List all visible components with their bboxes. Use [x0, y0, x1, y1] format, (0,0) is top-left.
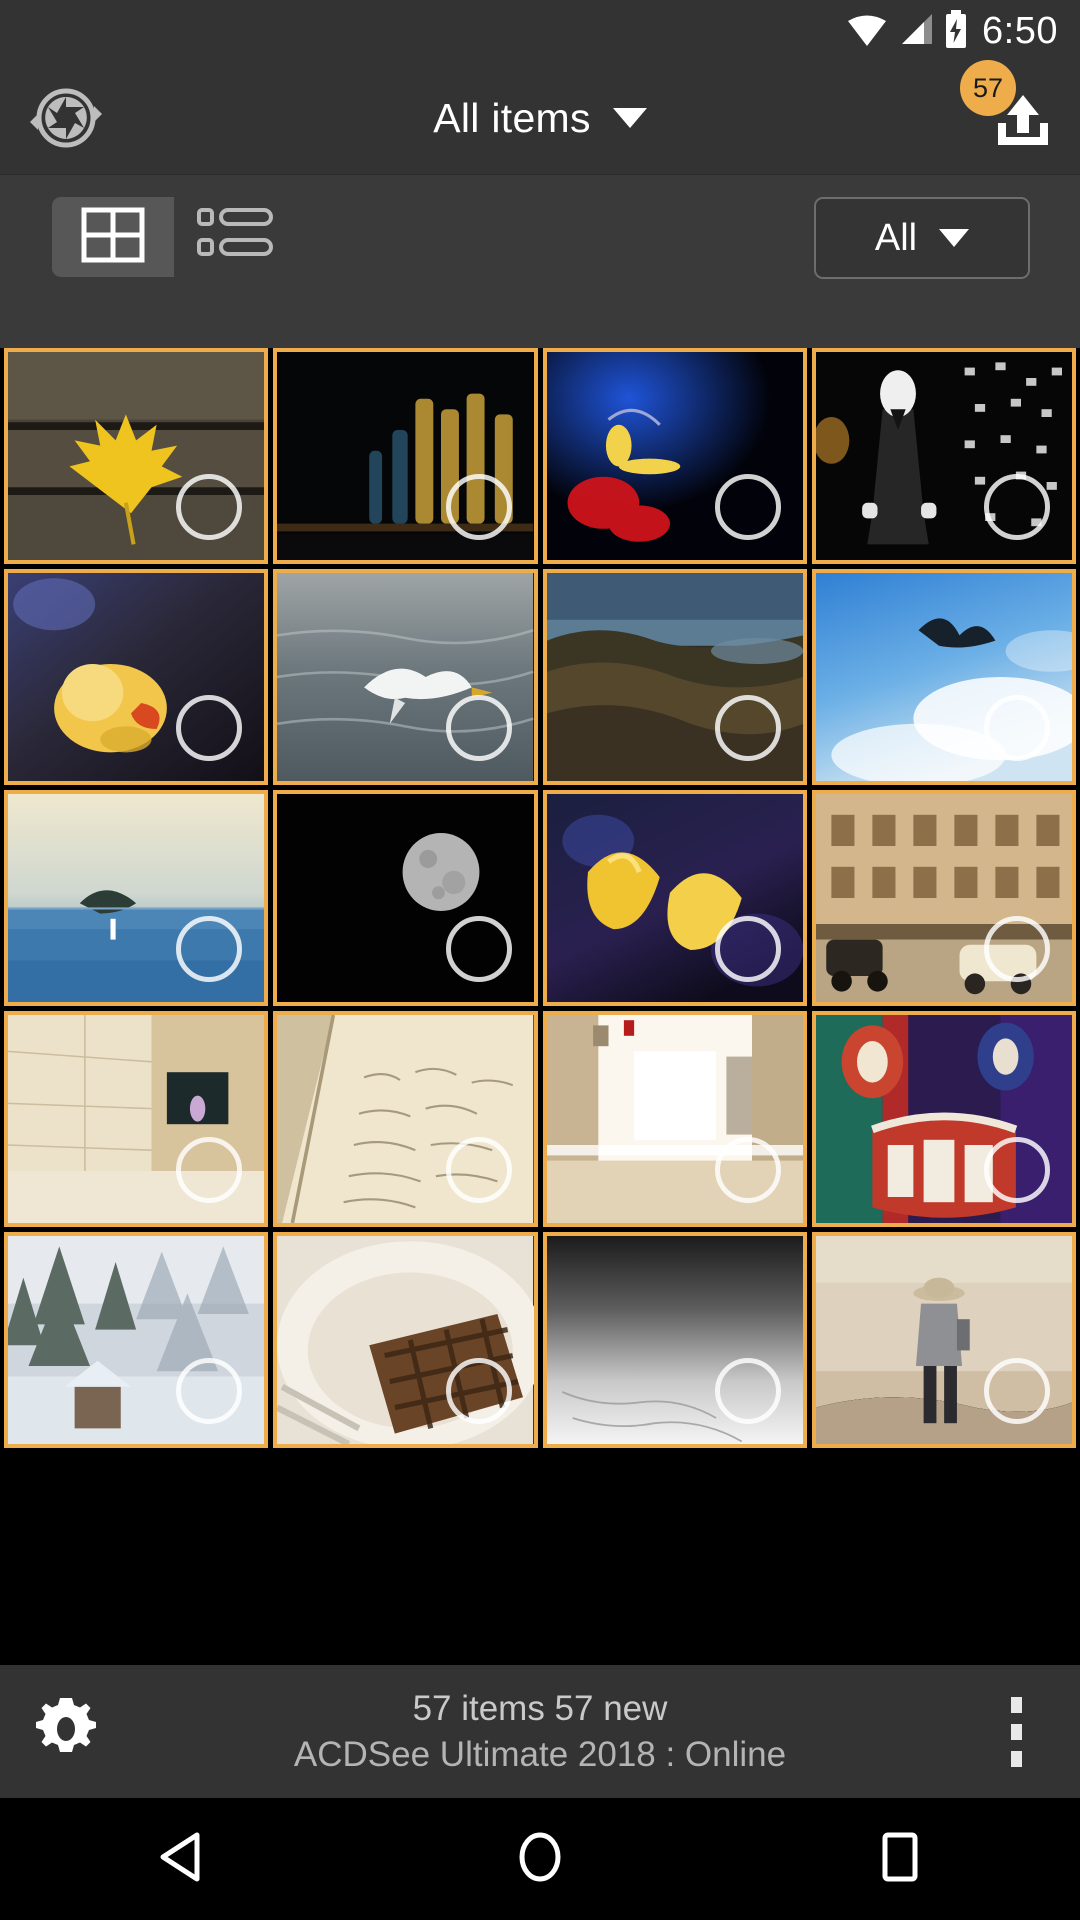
selection-circle-icon[interactable]: [714, 1137, 781, 1203]
selection-circle-icon[interactable]: [176, 695, 243, 761]
bottom-status-bar: 57 items 57 new ACDSee Ultimate 2018 : O…: [0, 1665, 1080, 1798]
grid-item[interactable]: [273, 790, 538, 1006]
grid-item[interactable]: [4, 790, 269, 1006]
grid-item[interactable]: [542, 790, 807, 1006]
selection-circle-icon[interactable]: [714, 695, 781, 761]
item-count-status: 57 items 57 new: [412, 1688, 668, 1728]
grid-item[interactable]: [4, 348, 269, 564]
chevron-down-icon: [612, 108, 647, 128]
grid-item[interactable]: [811, 1232, 1076, 1448]
back-triangle-icon: [157, 1831, 203, 1888]
grid-item[interactable]: [542, 569, 807, 785]
filter-label: All: [874, 216, 918, 259]
account-status: ACDSee Ultimate 2018 : Online: [293, 1734, 787, 1774]
grid-item[interactable]: [811, 1011, 1076, 1227]
selection-circle-icon[interactable]: [714, 474, 781, 540]
selection-circle-icon[interactable]: [176, 1358, 243, 1424]
sub-toolbar: All: [0, 174, 1080, 348]
grid-item[interactable]: [542, 348, 807, 564]
grid-item[interactable]: [811, 790, 1076, 1006]
list-view-icon: [197, 206, 273, 269]
kebab-menu-icon: [1010, 1696, 1022, 1713]
upload-button[interactable]: 57: [960, 60, 1060, 164]
grid-item[interactable]: [273, 569, 538, 785]
grid-item[interactable]: [4, 569, 269, 785]
selection-circle-icon[interactable]: [984, 695, 1050, 761]
status-bar-clock: 6:50: [982, 9, 1058, 52]
recents-square-icon: [880, 1831, 920, 1888]
upload-count-badge: 57: [960, 60, 1016, 116]
selection-circle-icon[interactable]: [176, 474, 243, 540]
grid-item[interactable]: [542, 1011, 807, 1227]
selection-circle-icon[interactable]: [445, 1358, 512, 1424]
grid-view-toggle[interactable]: [52, 197, 174, 277]
view-mode-toggle[interactable]: [52, 197, 296, 277]
selection-circle-icon[interactable]: [984, 916, 1050, 982]
grid-item[interactable]: [4, 1232, 269, 1448]
app-bar: All items 57: [0, 60, 1080, 174]
kebab-menu-icon: [1010, 1723, 1022, 1740]
battery-charging-icon: [944, 9, 968, 53]
selection-circle-icon[interactable]: [445, 916, 512, 982]
grid-item[interactable]: [4, 1011, 269, 1227]
nav-home-button[interactable]: [480, 1814, 600, 1904]
cell-signal-icon: [898, 12, 934, 51]
grid-item[interactable]: [273, 1011, 538, 1227]
selection-circle-icon[interactable]: [984, 1137, 1050, 1203]
selection-circle-icon[interactable]: [176, 916, 243, 982]
selection-circle-icon[interactable]: [445, 1137, 512, 1203]
grid-item[interactable]: [811, 569, 1076, 785]
title-dropdown[interactable]: All items: [0, 62, 1080, 174]
photo-grid[interactable]: [0, 348, 1080, 1665]
selection-circle-icon[interactable]: [445, 474, 512, 540]
app-screen: 6:50 All items 57 All 57 items 57 new AC…: [0, 0, 1080, 1920]
android-navigation-bar: [0, 1798, 1080, 1920]
page-title: All items: [433, 94, 591, 141]
selection-circle-icon[interactable]: [445, 695, 512, 761]
system-status-bar: 6:50: [0, 0, 1080, 62]
selection-circle-icon[interactable]: [714, 916, 781, 982]
grid-item[interactable]: [542, 1232, 807, 1448]
status-text-block: 57 items 57 new ACDSee Ultimate 2018 : O…: [0, 1665, 1080, 1798]
kebab-menu-icon: [1010, 1750, 1022, 1767]
status-icons: [846, 9, 968, 53]
grid-item[interactable]: [273, 1232, 538, 1448]
selection-circle-icon[interactable]: [714, 1358, 781, 1424]
nav-recents-button[interactable]: [840, 1814, 960, 1904]
overflow-menu-button[interactable]: [978, 1686, 1054, 1778]
list-view-toggle[interactable]: [174, 197, 296, 277]
grid-item[interactable]: [811, 348, 1076, 564]
chevron-down-icon: [939, 229, 970, 247]
selection-circle-icon[interactable]: [984, 474, 1050, 540]
wifi-icon: [846, 12, 888, 51]
nav-back-button[interactable]: [120, 1814, 240, 1904]
selection-circle-icon[interactable]: [984, 1358, 1050, 1424]
grid-view-icon: [81, 207, 145, 268]
filter-dropdown[interactable]: All: [814, 197, 1030, 279]
selection-circle-icon[interactable]: [176, 1137, 243, 1203]
home-circle-icon: [515, 1830, 565, 1889]
grid-item[interactable]: [273, 348, 538, 564]
